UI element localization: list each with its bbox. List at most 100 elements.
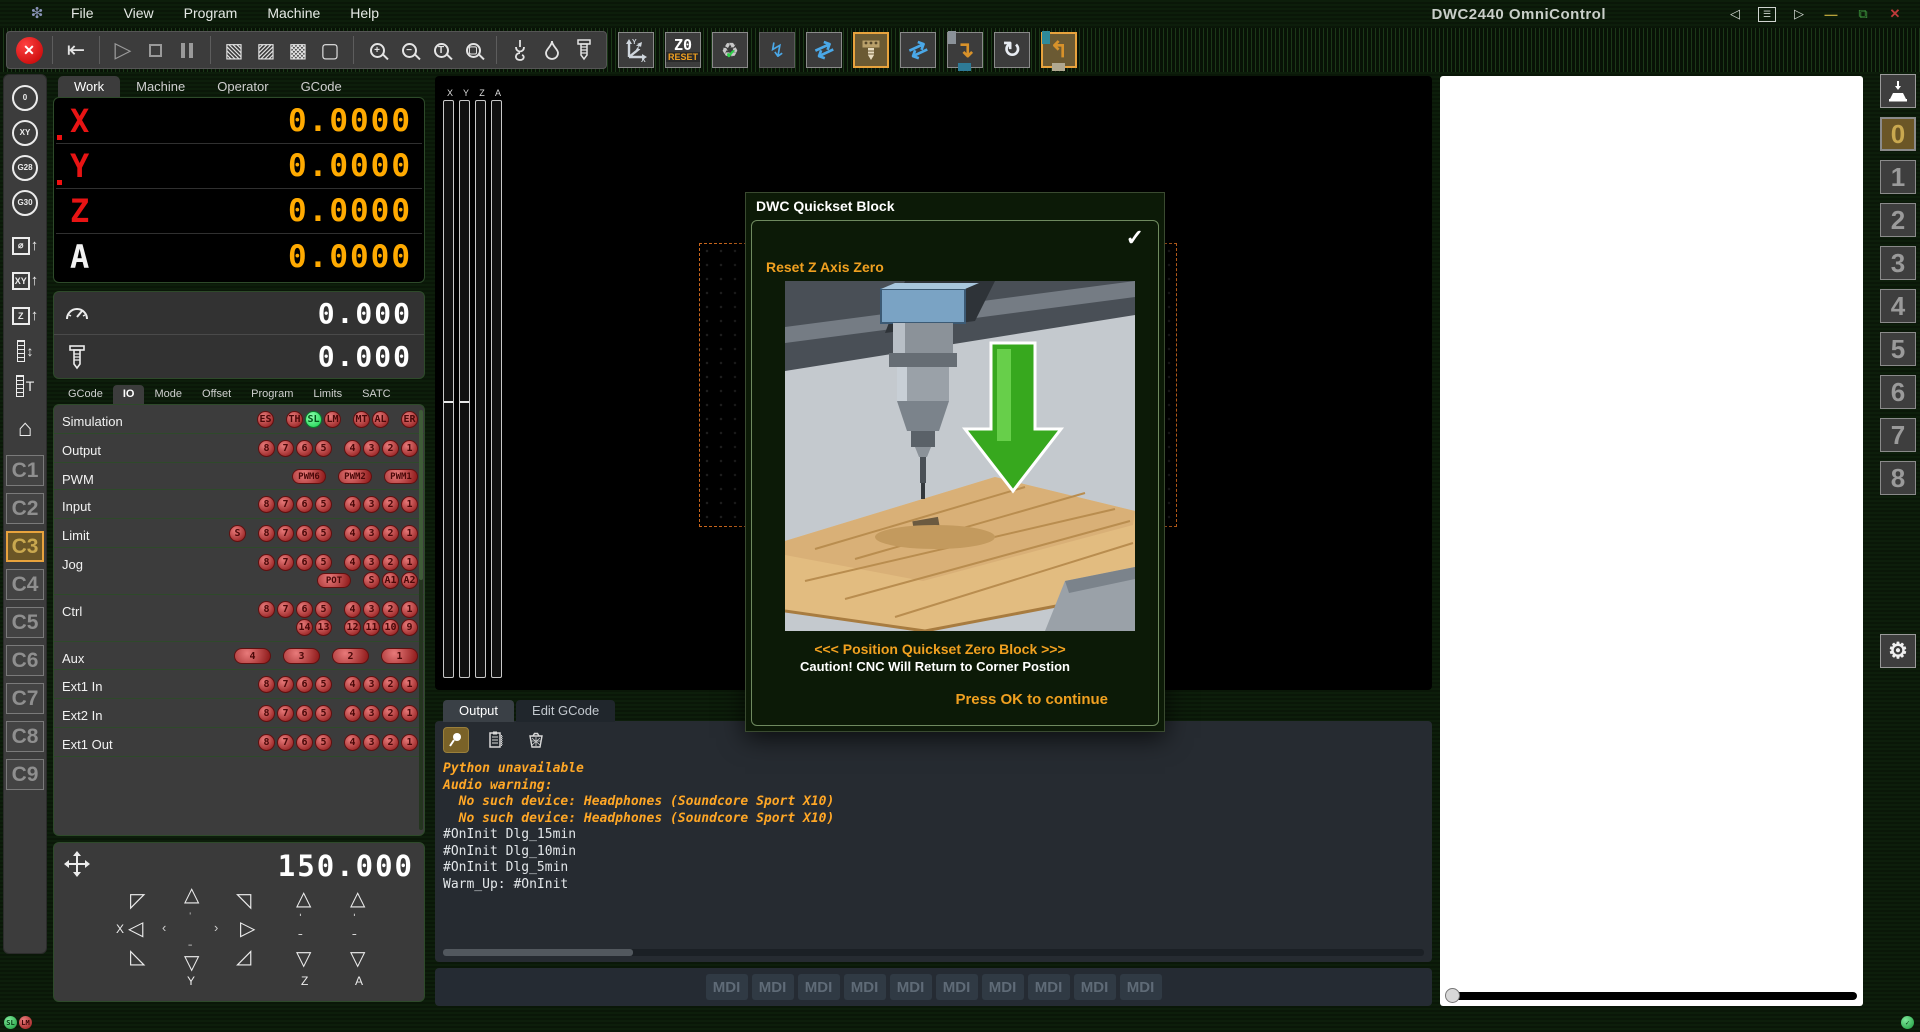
view-cube-3-button[interactable]: ▩ bbox=[282, 34, 314, 66]
macro-button-c5[interactable]: C5 bbox=[6, 607, 44, 638]
jog-z-up-icon[interactable]: △ bbox=[296, 889, 311, 909]
swap-arrows-2-button[interactable]: ⇄ bbox=[900, 32, 936, 68]
goto-g30-icon[interactable]: G30 bbox=[7, 186, 43, 219]
view-cube-4-button[interactable]: ▢ bbox=[314, 34, 346, 66]
clear-icon[interactable] bbox=[523, 727, 549, 753]
station-button-3[interactable]: 3 bbox=[1880, 246, 1916, 280]
jog-a-step-icons[interactable]: ˈˍ bbox=[352, 915, 357, 933]
station-button-7[interactable]: 7 bbox=[1880, 418, 1916, 452]
station-button-1[interactable]: 1 bbox=[1880, 160, 1916, 194]
zero-z-icon[interactable]: Z↑ bbox=[7, 299, 43, 332]
list-scrollbar[interactable] bbox=[1446, 992, 1857, 1000]
goto-g28-icon[interactable]: G28 bbox=[7, 151, 43, 184]
jog-right-icon[interactable]: ▷ bbox=[240, 919, 255, 939]
jog-up-step-icon[interactable]: ˈ bbox=[188, 911, 192, 924]
maximize-icon[interactable]: ⧉ bbox=[1854, 6, 1872, 22]
dialog-confirm-check-icon[interactable]: ✓ bbox=[1126, 225, 1144, 251]
zero-xy-icon[interactable]: XY↑ bbox=[7, 264, 43, 297]
zoom-out-button[interactable]: − bbox=[393, 34, 425, 66]
mdi-button[interactable]: MDI bbox=[706, 974, 748, 1000]
mdi-button[interactable]: MDI bbox=[798, 974, 840, 1000]
macro-button-c6[interactable]: C6 bbox=[6, 645, 44, 676]
swap-arrows-button[interactable]: ⇄ bbox=[806, 32, 842, 68]
list-scroll-handle[interactable] bbox=[1445, 988, 1460, 1003]
mdi-button[interactable]: MDI bbox=[1074, 974, 1116, 1000]
macro-button-c4[interactable]: C4 bbox=[6, 569, 44, 600]
jog-z-step-icons[interactable]: ˈˍ bbox=[298, 915, 303, 933]
io-tab-io[interactable]: IO bbox=[113, 385, 145, 404]
jog-a-down-icon[interactable]: ▽ bbox=[350, 949, 365, 969]
mdi-button[interactable]: MDI bbox=[844, 974, 886, 1000]
menu-item-file[interactable]: File bbox=[56, 5, 109, 21]
tool-up-button[interactable]: ↰ bbox=[1041, 32, 1077, 68]
jog-down-left-icon[interactable]: ◺ bbox=[130, 947, 145, 967]
recycle-check-button[interactable]: ♻✔ bbox=[712, 32, 748, 68]
stop-button[interactable] bbox=[139, 34, 171, 66]
pin-icon[interactable] bbox=[443, 727, 469, 753]
goto-xy-icon[interactable]: XY bbox=[7, 116, 43, 149]
zero-all-icon[interactable]: ⌀↑ bbox=[7, 229, 43, 262]
console-tab-edit-gcode[interactable]: Edit GCode bbox=[516, 700, 615, 722]
jog-up-left-icon[interactable]: ◸ bbox=[130, 891, 145, 911]
close-icon[interactable]: ✕ bbox=[1886, 6, 1904, 22]
macro-button-c2[interactable]: C2 bbox=[6, 493, 44, 524]
play-button[interactable]: ▷ bbox=[107, 34, 139, 66]
nav-list-icon[interactable]: ☰ bbox=[1758, 7, 1776, 22]
view-cube-2-button[interactable]: ▨ bbox=[250, 34, 282, 66]
probe-hook-button[interactable] bbox=[504, 34, 536, 66]
exit-button[interactable]: ⇤ bbox=[60, 34, 92, 66]
goto-zero-icon[interactable]: 0 bbox=[7, 81, 43, 114]
zoom-extents-button[interactable]: ▢ bbox=[457, 34, 489, 66]
screw-button[interactable] bbox=[568, 34, 600, 66]
menu-item-program[interactable]: Program bbox=[169, 5, 253, 21]
io-tab-satc[interactable]: SATC bbox=[352, 385, 401, 404]
jog-down-icon[interactable]: ▽ bbox=[184, 953, 199, 973]
jog-z-down-icon[interactable]: ▽ bbox=[296, 949, 311, 969]
io-scrollbar[interactable] bbox=[419, 410, 423, 830]
tool-setter-button[interactable] bbox=[1880, 74, 1916, 108]
station-button-0[interactable]: 0 bbox=[1880, 117, 1916, 151]
macro-button-c8[interactable]: C8 bbox=[6, 721, 44, 752]
station-button-4[interactable]: 4 bbox=[1880, 289, 1916, 323]
console-tab-output[interactable]: Output bbox=[443, 700, 514, 722]
mdi-button[interactable]: MDI bbox=[936, 974, 978, 1000]
coolant-button[interactable] bbox=[536, 34, 568, 66]
station-button-5[interactable]: 5 bbox=[1880, 332, 1916, 366]
io-tab-offset[interactable]: Offset bbox=[192, 385, 241, 404]
mdi-button[interactable]: MDI bbox=[752, 974, 794, 1000]
dialog-ok-text[interactable]: Press OK to continue bbox=[955, 691, 1108, 708]
mdi-button[interactable]: MDI bbox=[1028, 974, 1070, 1000]
home-icon[interactable]: ⌂ bbox=[7, 412, 43, 445]
macro-button-c7[interactable]: C7 bbox=[6, 683, 44, 714]
nav-back-icon[interactable]: ◁ bbox=[1726, 6, 1744, 22]
spindle-load-button[interactable] bbox=[853, 32, 889, 68]
measure-tool-icon[interactable]: T bbox=[7, 369, 43, 402]
menu-item-machine[interactable]: Machine bbox=[252, 5, 335, 21]
mdi-button[interactable]: MDI bbox=[890, 974, 932, 1000]
axes-xyz-button[interactable]: YZX bbox=[618, 32, 654, 68]
jog-a-up-icon[interactable]: △ bbox=[350, 889, 365, 909]
jog-left-step-icon[interactable]: ‹ bbox=[162, 921, 166, 934]
zoom-in-button[interactable]: + bbox=[361, 34, 393, 66]
jog-down-step-icon[interactable]: ˍ bbox=[188, 933, 192, 946]
io-tab-gcode[interactable]: GCode bbox=[58, 385, 113, 404]
zoom-tool-button[interactable]: T bbox=[425, 34, 457, 66]
copy-icon[interactable] bbox=[483, 727, 509, 753]
tool-down-button[interactable]: ↴ bbox=[947, 32, 983, 68]
dro-tab-machine[interactable]: Machine bbox=[120, 76, 201, 98]
dro-tab-operator[interactable]: Operator bbox=[201, 76, 284, 98]
jog-up-icon[interactable]: △ bbox=[184, 885, 199, 905]
macro-button-c1[interactable]: C1 bbox=[6, 455, 44, 486]
station-button-2[interactable]: 2 bbox=[1880, 203, 1916, 237]
mdi-button[interactable]: MDI bbox=[1120, 974, 1162, 1000]
macro-button-c9[interactable]: C9 bbox=[6, 759, 44, 790]
gcode-list-panel[interactable] bbox=[1440, 76, 1863, 1006]
io-tab-limits[interactable]: Limits bbox=[303, 385, 352, 404]
menu-item-view[interactable]: View bbox=[109, 5, 169, 21]
pause-button[interactable] bbox=[171, 34, 203, 66]
io-tab-mode[interactable]: Mode bbox=[144, 385, 192, 404]
station-button-8[interactable]: 8 bbox=[1880, 461, 1916, 495]
jog-down-right-icon[interactable]: ◿ bbox=[236, 947, 251, 967]
measure-height-icon[interactable]: ↕ bbox=[7, 334, 43, 367]
settings-gear-button[interactable]: ⚙ bbox=[1880, 634, 1916, 668]
